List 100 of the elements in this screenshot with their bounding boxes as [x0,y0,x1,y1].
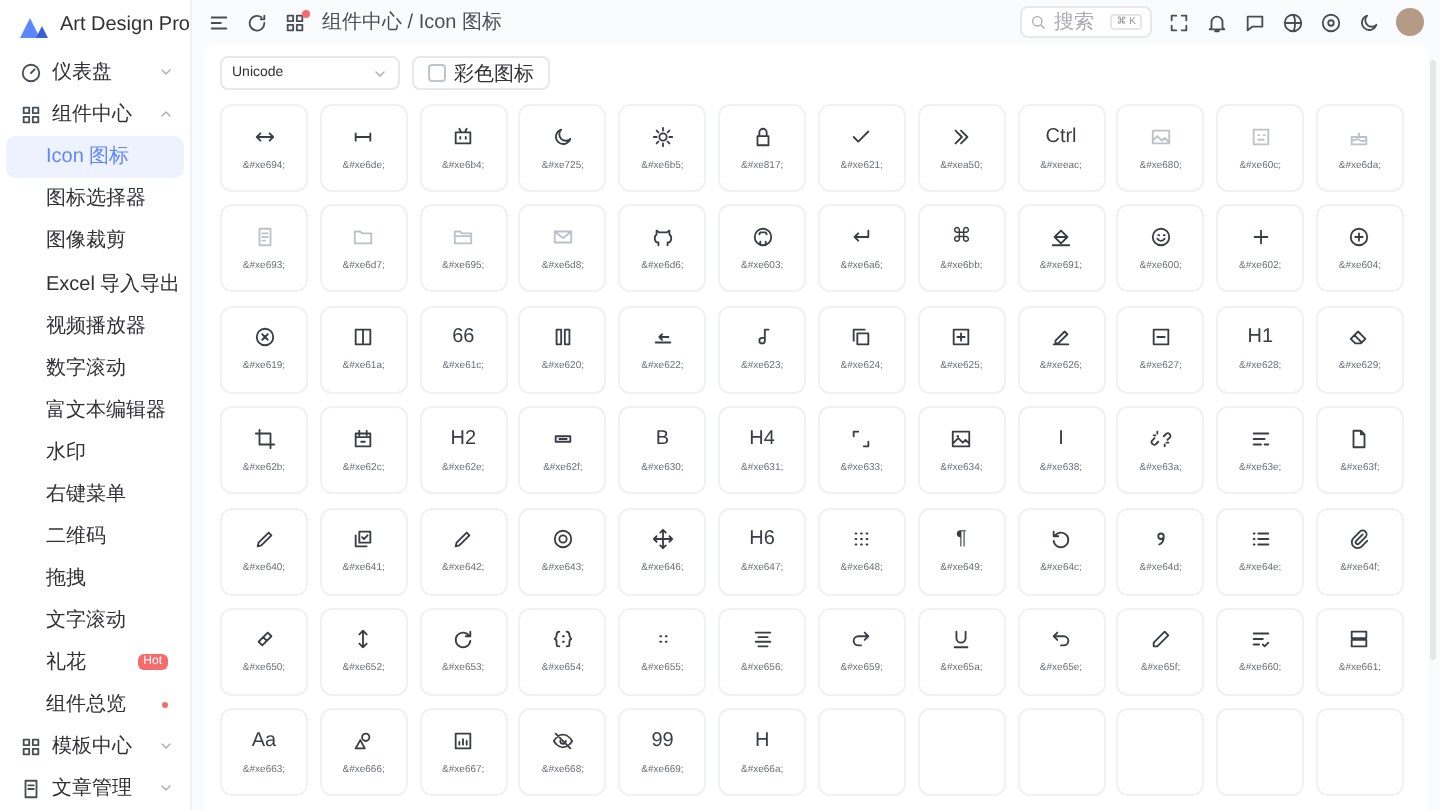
image-icon [1149,125,1172,147]
apps-icon [284,11,306,33]
square-plus-icon [950,326,973,349]
sidebar-subitem[interactable]: Icon 图标 [6,135,184,178]
sun-icon [651,125,674,147]
envelope-icon [551,225,574,248]
refresh-icon [246,11,268,33]
columns-icon [551,326,574,349]
double-chevron-icon [950,125,973,147]
move-icon [651,528,674,551]
pencil-icon [1050,326,1072,349]
sidebar-subitem[interactable]: 文字滚动 [6,599,184,642]
tv-icon [452,125,475,147]
color-icon-checkbox[interactable]: 彩色图标 [412,56,550,90]
folder-icon [352,225,375,248]
enter-arrow-icon [850,225,873,248]
lines-check-icon [1249,628,1272,651]
sidebar-subitem[interactable]: 图像裁剪 [6,219,184,263]
menu-icon [208,11,230,33]
lock-icon [751,125,774,147]
rotate-left-icon [1050,528,1072,551]
icon-glyph: 99 [651,729,674,752]
smiley-icon [1149,225,1172,248]
chat-icon [1244,11,1266,33]
moon-icon [551,125,574,147]
plus-icon [1249,225,1272,248]
lines-icon [1249,427,1272,450]
gauge-icon [20,61,42,84]
sidebar-subitem[interactable]: 二维码 [6,514,184,558]
icon-glyph: B [655,427,670,450]
sidebar-subitem[interactable]: 拖拽 [6,557,184,600]
fullscreen-icon [1168,11,1190,33]
redo-icon [850,628,873,651]
sidebar-item[interactable]: 模板中心 [0,725,190,768]
chart-icon [452,729,475,752]
icon-glyph: I [1058,427,1064,450]
sidebar-subitem[interactable]: 富文本编辑器 [6,388,184,431]
cat-icon [651,225,674,248]
sidebar-item[interactable]: 文章管理 [0,767,190,810]
logo-icon [20,13,48,38]
pill-icon [253,628,275,651]
dot-grid-icon [850,528,873,551]
target-icon [551,528,574,551]
search-icon [1030,14,1046,30]
circle-close-icon [253,326,275,349]
settings-icon [1320,11,1342,33]
undo-icon [1050,628,1072,651]
document-icon [253,225,275,248]
copy-icon [850,326,873,349]
icon-glyph: H1 [1247,326,1274,349]
icon-glyph: 66 [452,326,475,349]
expand-icon [850,427,873,450]
sidebar-item[interactable]: 组件中心 [0,93,190,136]
sidebar-item[interactable]: 仪表盘 [0,51,190,94]
paint-bucket-icon [1050,225,1072,248]
pencil-icon [452,528,475,551]
sidebar-subitem[interactable]: 图标选择器 [6,177,184,220]
component-grid-icon [20,103,42,126]
eraser-icon [1348,326,1371,349]
calendar-icon [352,427,375,450]
crop-icon [253,427,275,450]
icon-glyph: ⌘ [951,225,972,248]
pencil-icon [1149,628,1172,651]
icon-glyph: Aa [251,729,277,752]
underline-icon [950,628,973,651]
two-rows-icon [1348,628,1371,651]
bell-icon [1206,11,1228,33]
moon-icon [1358,11,1380,33]
app-name: Art Design Pro [59,14,190,37]
check-icon [850,125,873,147]
globe-icon [1282,11,1304,33]
sidebar-subitem[interactable]: 数字滚动 [6,346,184,389]
square-minus-icon [1149,326,1172,349]
align-center-icon [751,628,774,651]
checkbox[interactable] [428,64,446,82]
folder-icon [452,225,475,248]
paperclip-icon [1348,528,1371,551]
image-icon [950,427,973,450]
sidebar-subitem[interactable]: 视频播放器 [6,304,184,347]
breadcrumb: 组件中心 / Icon 图标 [322,9,505,36]
sidebar-subitem[interactable]: Excel 导入导出 [6,262,184,305]
avatar[interactable] [1396,8,1424,36]
icon-glyph: ¶ [956,528,967,551]
checklist-icon [352,528,375,551]
pencil-icon [253,528,275,551]
icon-glyph: H [754,729,770,752]
smiley-box-icon [1249,125,1272,147]
shapes-icon [352,729,375,752]
icon-glyph: H4 [749,427,775,450]
sidebar-subitem[interactable]: 水印 [6,430,184,473]
page-icon [1348,427,1371,450]
icon-glyph: Ctrl [1045,125,1077,147]
rotate-right-icon [452,628,475,651]
braces-icon [551,628,574,651]
list-icon [1249,528,1272,551]
sidebar-subitem[interactable]: 组件总览 [6,683,184,726]
template-grid-icon [20,735,42,758]
icon-glyph: H6 [749,528,775,551]
icon-glyph: H2 [450,427,477,450]
sidebar-subitem[interactable]: 右键菜单 [6,472,184,515]
